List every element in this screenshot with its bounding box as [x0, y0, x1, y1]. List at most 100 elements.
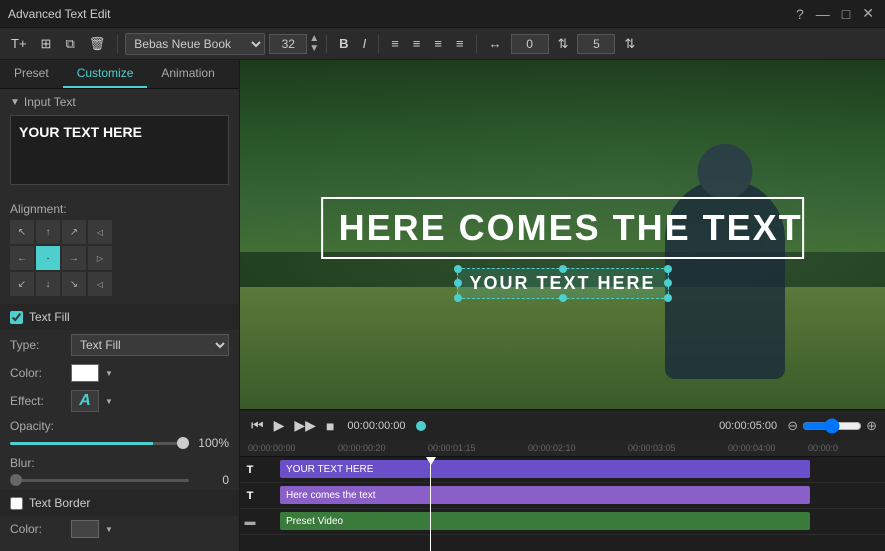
text-fill-label[interactable]: Text Fill	[29, 310, 70, 324]
ruler-time-0: 00:00:00:00	[248, 443, 296, 453]
bold-button[interactable]: B	[334, 34, 353, 53]
zoom-minus-button[interactable]: ⊖	[787, 418, 798, 434]
color-swatch[interactable]	[71, 364, 99, 382]
align-right-top[interactable]: ▷	[88, 246, 112, 270]
track-3-content[interactable]: Preset Video	[260, 509, 885, 534]
blur-label: Blur:	[10, 456, 229, 470]
tab-preset[interactable]: Preset	[0, 60, 63, 88]
ruler-time-1: 00:00:00:20	[338, 443, 386, 453]
add-text-button[interactable]: T+	[6, 34, 32, 53]
align-middle-right[interactable]: →	[62, 246, 86, 270]
delete-button[interactable]: 🗑	[84, 34, 111, 54]
track-1-content[interactable]: YOUR TEXT HERE	[260, 457, 885, 482]
alignment-grid: ↖ ↑ ↗ ◁ ← · → ▷ ↙ ↓ ↘ ◁	[0, 220, 239, 296]
maximize-button[interactable]: □	[839, 6, 853, 22]
font-size-arrows[interactable]: ▲▼	[309, 34, 319, 54]
handle-ml[interactable]	[453, 279, 461, 287]
kerning-value-input[interactable]	[577, 34, 615, 54]
align-left-button[interactable]: ≡	[386, 34, 404, 53]
type-label: Type:	[10, 338, 65, 352]
handle-tr[interactable]	[664, 265, 672, 273]
zoom-plus-button[interactable]: ⊕	[866, 418, 877, 434]
timeline-ruler: 00:00:00:00 00:00:00:20 00:00:01:15 00:0…	[240, 441, 885, 457]
track-2-content[interactable]: Here comes the text	[260, 483, 885, 508]
separator-3	[378, 35, 379, 53]
blur-value: 0	[197, 473, 229, 487]
collapse-icon[interactable]: ▼	[10, 97, 20, 108]
spacing-value-input[interactable]	[511, 34, 549, 54]
align-top-right[interactable]: ↗	[62, 220, 86, 244]
opacity-label: Opacity:	[10, 419, 229, 433]
align-bottom-right[interactable]: ↘	[62, 272, 86, 296]
add-box-button[interactable]: ⊞	[36, 34, 57, 54]
text-input-area[interactable]: YOUR TEXT HERE	[10, 115, 229, 185]
align-center-button[interactable]: ≡	[408, 34, 426, 53]
align-top-left[interactable]: ↖	[10, 220, 34, 244]
font-size-input[interactable]	[269, 34, 307, 54]
align-left-top[interactable]: ◁	[88, 220, 112, 244]
ruler-time-2: 00:00:01:15	[428, 443, 476, 453]
border-color-arrow[interactable]: ▼	[105, 525, 113, 534]
kerning-button[interactable]: ⇅	[553, 34, 574, 54]
progress-dot	[416, 421, 426, 431]
type-select[interactable]: Text Fill	[71, 334, 229, 356]
tabs: Preset Customize Animation	[0, 60, 239, 89]
small-text-overlay[interactable]: YOUR TEXT HERE	[456, 268, 668, 299]
kerning-arrows[interactable]: ⇅	[619, 34, 640, 54]
copy-button[interactable]: ⧉	[60, 34, 79, 54]
tab-customize[interactable]: Customize	[63, 60, 148, 88]
effect-dropdown-arrow[interactable]: ▼	[105, 397, 113, 406]
handle-tm[interactable]	[559, 265, 567, 273]
track-row-3: ▬ Preset Video	[240, 509, 885, 535]
help-icon[interactable]: ?	[793, 6, 807, 22]
track-2-icon: T	[240, 490, 260, 502]
stop-button[interactable]: ■	[323, 418, 337, 434]
track-row-2: T Here comes the text	[240, 483, 885, 509]
track-clip-3[interactable]: Preset Video	[280, 512, 810, 530]
align-bottom-left[interactable]: ↙	[10, 272, 34, 296]
align-middle-center[interactable]: ·	[36, 246, 60, 270]
blur-slider[interactable]	[10, 479, 189, 482]
tab-animation[interactable]: Animation	[147, 60, 228, 88]
ruler-time-3: 00:00:02:10	[528, 443, 576, 453]
small-text-content: YOUR TEXT HERE	[469, 273, 655, 293]
border-color-swatch[interactable]	[71, 520, 99, 538]
skip-forward-button[interactable]: ▶▶	[291, 417, 319, 434]
blur-slider-container: 0	[10, 473, 229, 487]
input-text-header: ▼ Input Text	[10, 95, 229, 109]
align-top-center[interactable]: ↑	[36, 220, 60, 244]
playhead[interactable]	[430, 457, 431, 551]
handle-br[interactable]	[664, 294, 672, 302]
font-select[interactable]: Bebas Neue Book	[125, 33, 265, 55]
handle-tl[interactable]	[453, 265, 461, 273]
spacing-button[interactable]: ↔	[484, 34, 507, 53]
text-border-checkbox[interactable]	[10, 497, 23, 510]
skip-back-button[interactable]: ⏮	[248, 417, 267, 434]
zoom-slider[interactable]	[802, 418, 862, 434]
track-clip-3-label: Preset Video	[286, 516, 343, 527]
play-button[interactable]: ▶	[271, 417, 288, 434]
italic-button[interactable]: I	[358, 34, 372, 53]
handle-bl[interactable]	[453, 294, 461, 302]
opacity-slider[interactable]	[10, 442, 189, 445]
color-row: Color: ▼	[0, 360, 239, 386]
person-head	[698, 144, 753, 199]
text-border-label[interactable]: Text Border	[29, 496, 90, 510]
track-clip-2[interactable]: Here comes the text	[280, 486, 810, 504]
text-fill-checkbox[interactable]	[10, 311, 23, 324]
close-button[interactable]: ✕	[859, 5, 877, 22]
handle-mr[interactable]	[664, 279, 672, 287]
align-bottom-extra[interactable]: ◁	[88, 272, 112, 296]
effect-button[interactable]: A	[71, 390, 99, 412]
timeline: 00:00:00:00 00:00:00:20 00:00:01:15 00:0…	[240, 441, 885, 551]
track-clip-1[interactable]: YOUR TEXT HERE	[280, 460, 810, 478]
align-right-button[interactable]: ≡	[429, 34, 447, 53]
align-bottom-center[interactable]: ↓	[36, 272, 60, 296]
handle-bm[interactable]	[559, 294, 567, 302]
track-1-icon: T	[240, 464, 260, 476]
justify-button[interactable]: ≡	[451, 34, 469, 53]
minimize-button[interactable]: —	[813, 6, 833, 22]
color-dropdown-arrow[interactable]: ▼	[105, 369, 113, 378]
current-time: 00:00:00:00	[347, 420, 405, 432]
align-middle-left[interactable]: ←	[10, 246, 34, 270]
